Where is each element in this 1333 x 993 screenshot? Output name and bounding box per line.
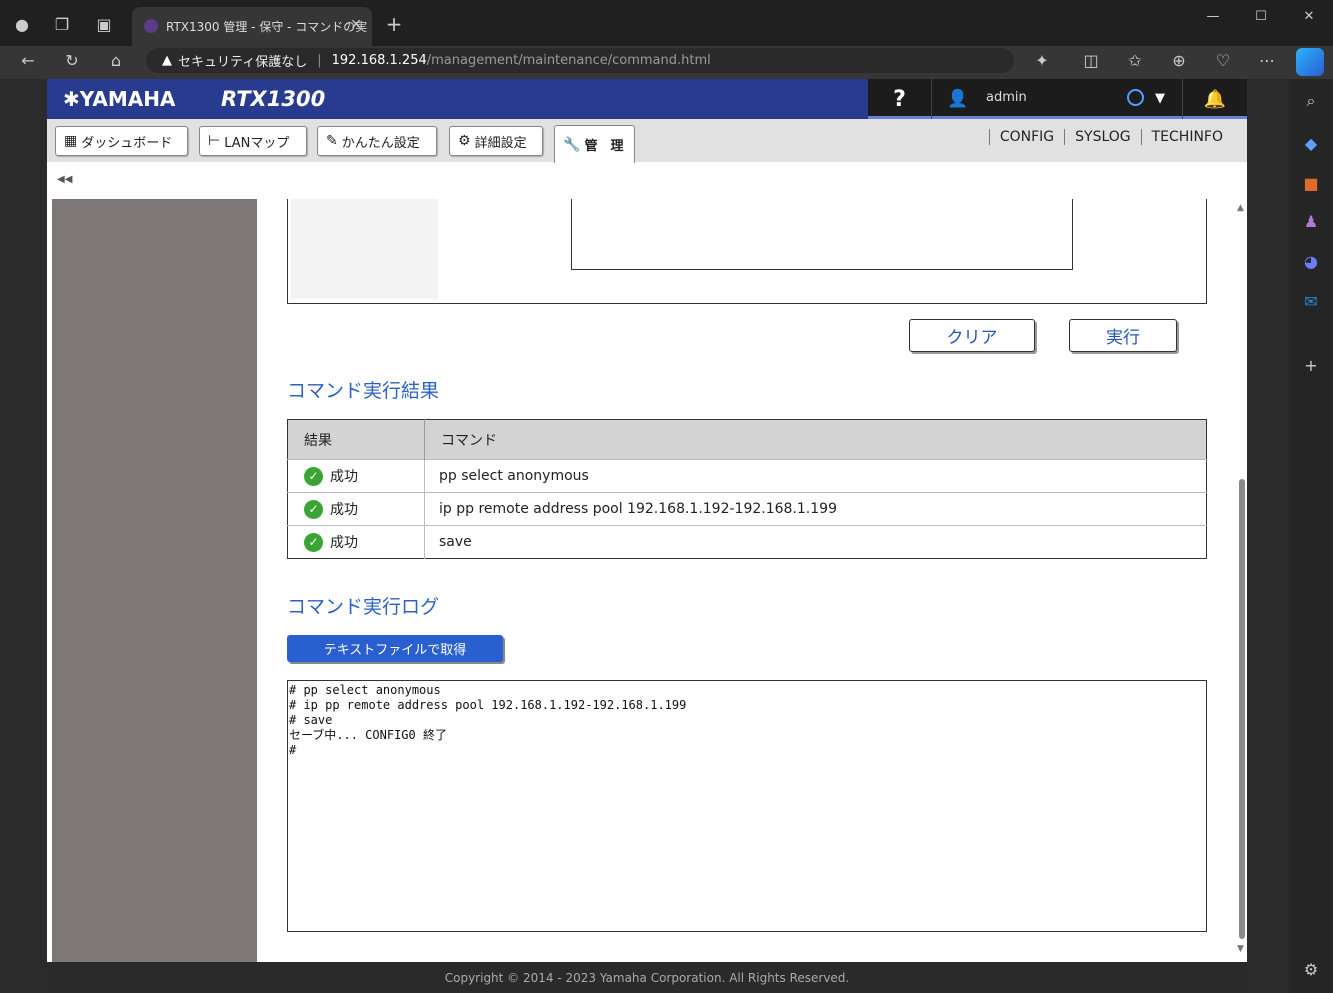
- result-command: save: [424, 525, 1207, 559]
- yamaha-logo: ✱YAMAHA: [63, 87, 176, 111]
- page-header: ✱YAMAHA RTX1300 ? 👤 admin ▼ 🔔: [47, 79, 1247, 119]
- games-icon[interactable]: ♟: [1297, 207, 1325, 235]
- close-window-icon[interactable]: ✕: [1285, 0, 1333, 32]
- top-links: CONFIG SYSLOG TECHINFO: [988, 129, 1233, 145]
- model-name: RTX1300: [221, 87, 326, 111]
- footer: Copyright © 2014 - 2023 Yamaha Corporati…: [47, 962, 1247, 993]
- col-command: コマンド: [424, 419, 1207, 460]
- toolbox-icon[interactable]: ■: [1297, 169, 1325, 197]
- maximize-icon[interactable]: ☐: [1237, 0, 1285, 32]
- bell-icon[interactable]: 🔔: [1182, 79, 1247, 119]
- chevron-down-icon[interactable]: ▼: [1155, 91, 1165, 106]
- table-row: ✓ 成功 save: [287, 525, 1207, 559]
- shopping-tag-icon[interactable]: ◆: [1297, 129, 1325, 157]
- result-command: ip pp remote address pool 192.168.1.192-…: [424, 492, 1207, 526]
- collapse-sidebar-icon[interactable]: ◀◀: [57, 174, 72, 185]
- browser-tab-active[interactable]: RTX1300 管理 - 保守 - コマンドの実 ✕: [132, 7, 372, 46]
- security-label: セキュリティ保護なし: [178, 55, 308, 70]
- clear-button[interactable]: クリア: [909, 319, 1035, 352]
- results-table: 結果 コマンド ✓ 成功 pp select anonymous ✓ 成功 ip p…: [287, 419, 1207, 559]
- copilot-icon[interactable]: [1296, 48, 1324, 76]
- result-command: pp select anonymous: [424, 459, 1207, 493]
- tab-dashboard[interactable]: ▦ ダッシュボード: [55, 126, 188, 156]
- url-host: 192.168.1.254: [331, 53, 427, 68]
- browser-tab-bar: ● ❐ ▣ RTX1300 管理 - 保守 - コマンドの実 ✕ + — ☐ ✕: [0, 0, 1333, 46]
- tab-easy-setup[interactable]: ✎ かんたん設定: [317, 126, 437, 156]
- line-number-gutter: [291, 199, 438, 299]
- tab-favicon-icon: [144, 19, 158, 33]
- command-log-output[interactable]: # pp select anonymous # ip pp remote add…: [287, 680, 1207, 932]
- log-heading: コマンド実行ログ: [287, 596, 440, 618]
- table-row: ✓ 成功 ip pp remote address pool 192.168.1.…: [287, 492, 1207, 526]
- browser-sidebar: ⌕ ◆ ■ ♟ ◕ ✉ + ⚙: [1289, 79, 1333, 993]
- lan-map-icon: ⊢: [208, 133, 221, 149]
- new-tab-icon[interactable]: +: [380, 10, 408, 38]
- col-result: 結果: [287, 419, 425, 460]
- address-bar[interactable]: ▲ セキュリティ保護なし | 192.168.1.254/management/…: [146, 48, 1014, 73]
- link-syslog[interactable]: SYSLOG: [1064, 129, 1141, 145]
- command-input-area: [287, 199, 1207, 304]
- scroll-up-icon[interactable]: ▲: [1237, 203, 1244, 213]
- yamaha-emblem-icon: ✱: [63, 87, 80, 111]
- back-icon[interactable]: ←: [14, 46, 42, 74]
- check-icon: ✓: [304, 533, 323, 553]
- copilot-sidebar-icon[interactable]: ◕: [1297, 247, 1325, 275]
- copyright: Copyright © 2014 - 2023 Yamaha Corporati…: [444, 970, 850, 985]
- address-separator: |: [317, 53, 322, 68]
- result-status: ✓ 成功: [287, 459, 425, 493]
- command-textarea[interactable]: [571, 199, 1073, 270]
- tab-close-icon[interactable]: ✕: [350, 17, 362, 33]
- easy-setup-icon: ✎: [326, 133, 338, 149]
- profile-icon[interactable]: ●: [8, 10, 36, 38]
- help-button[interactable]: ?: [868, 79, 932, 119]
- window-controls: — ☐ ✕: [1189, 0, 1333, 34]
- add-sidebar-icon[interactable]: +: [1297, 351, 1325, 379]
- check-icon: ✓: [304, 500, 323, 520]
- workspaces-icon[interactable]: ❐: [48, 10, 76, 38]
- download-text-button[interactable]: テキストファイルで取得: [287, 635, 503, 662]
- result-status: ✓ 成功: [287, 525, 425, 559]
- gear-icon: ⚙: [458, 133, 471, 149]
- minimize-icon[interactable]: —: [1189, 0, 1237, 32]
- outlook-icon[interactable]: ✉: [1297, 287, 1325, 315]
- tab-management[interactable]: 🔧 管 理: [554, 125, 635, 163]
- username[interactable]: admin: [986, 90, 1027, 105]
- url-path: /management/maintenance/command.html: [426, 53, 711, 68]
- extensions-icon[interactable]: ✦: [1028, 46, 1056, 74]
- page-scrollbar[interactable]: ▲ ▼: [1237, 199, 1247, 962]
- tab-lan-map[interactable]: ⊢ LANマップ: [199, 126, 307, 156]
- router-page: ✱YAMAHA RTX1300 ? 👤 admin ▼ 🔔 ▦ ダッシュボード ⊢…: [47, 79, 1247, 993]
- tab-title: RTX1300 管理 - 保守 - コマンドの実: [166, 20, 368, 34]
- check-icon: ✓: [304, 467, 323, 487]
- performance-icon[interactable]: ♡: [1209, 46, 1237, 74]
- favorites-icon[interactable]: ✩: [1121, 46, 1149, 74]
- dashboard-icon: ▦: [64, 133, 78, 149]
- tab-detailed-settings[interactable]: ⚙ 詳細設定: [449, 126, 543, 156]
- collections-icon[interactable]: ⊕: [1165, 46, 1193, 74]
- left-menu-pane: [52, 199, 257, 962]
- search-icon[interactable]: ⌕: [1297, 87, 1325, 115]
- wrench-icon: 🔧: [563, 136, 581, 153]
- table-row: ✓ 成功 pp select anonymous: [287, 459, 1207, 493]
- table-header-row: 結果 コマンド: [287, 419, 1207, 460]
- scroll-down-icon[interactable]: ▼: [1237, 944, 1244, 954]
- more-menu-icon[interactable]: ⋯: [1253, 46, 1281, 74]
- link-config[interactable]: CONFIG: [988, 129, 1064, 145]
- scrollbar-thumb[interactable]: [1239, 479, 1245, 939]
- sidebar-settings-icon[interactable]: ⚙: [1297, 955, 1325, 983]
- result-status: ✓ 成功: [287, 492, 425, 526]
- link-techinfo[interactable]: TECHINFO: [1140, 129, 1233, 145]
- execute-button[interactable]: 実行: [1069, 319, 1177, 352]
- results-heading: コマンド実行結果: [287, 380, 440, 402]
- reload-icon[interactable]: ↻: [58, 46, 86, 74]
- status-circle-icon: [1127, 89, 1144, 106]
- tab-actions-icon[interactable]: ▣: [90, 10, 118, 38]
- split-screen-icon[interactable]: ◫: [1077, 46, 1105, 74]
- home-icon[interactable]: ⌂: [102, 46, 130, 74]
- user-icon: 👤: [947, 89, 969, 109]
- warning-icon: ▲: [162, 53, 172, 68]
